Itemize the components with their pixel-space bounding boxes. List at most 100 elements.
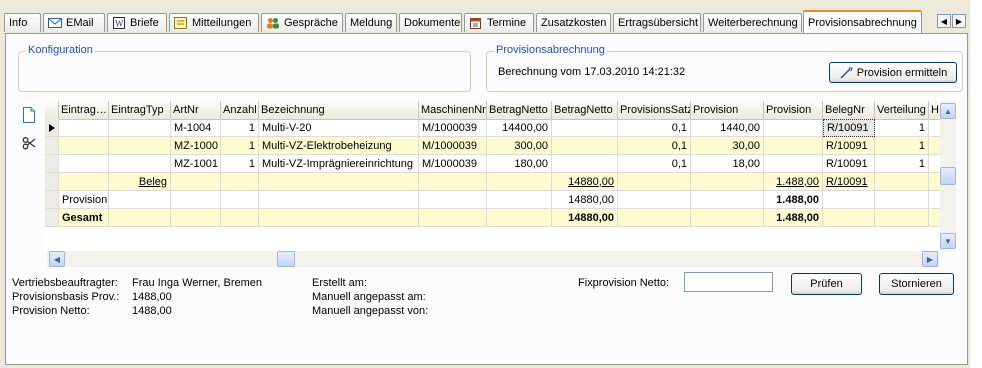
table-cell[interactable]: M/1000039 bbox=[419, 137, 487, 155]
table-cell[interactable]: 1.488,00 bbox=[764, 209, 823, 227]
row-header[interactable] bbox=[45, 173, 59, 191]
row-header[interactable] bbox=[45, 137, 59, 155]
column-header[interactable]: BetragNetto bbox=[487, 101, 552, 119]
table-row[interactable]: Gesamt 14880,00 1.488,00 bbox=[45, 209, 940, 227]
row-header[interactable] bbox=[45, 191, 59, 209]
column-header[interactable]: Verteilung bbox=[875, 101, 929, 119]
tab-meldung[interactable]: Meldung bbox=[345, 13, 397, 32]
tab-gespraeche[interactable]: Gespräche bbox=[261, 13, 343, 32]
column-header[interactable]: H bbox=[929, 101, 940, 119]
table-cell[interactable] bbox=[259, 191, 419, 209]
table-cell[interactable] bbox=[764, 155, 823, 173]
table-cell[interactable] bbox=[875, 191, 929, 209]
tab-zusatzkosten[interactable]: Zusatzkosten bbox=[536, 13, 611, 32]
table-cell[interactable] bbox=[823, 191, 875, 209]
table-cell[interactable]: 1 bbox=[875, 119, 929, 137]
column-header[interactable]: EintragTyp bbox=[109, 101, 171, 119]
table-cell[interactable] bbox=[171, 191, 221, 209]
table-cell[interactable]: M/1000039 bbox=[419, 155, 487, 173]
column-header[interactable]: Provision bbox=[764, 101, 823, 119]
new-document-icon[interactable] bbox=[22, 107, 36, 123]
table-cell[interactable] bbox=[929, 137, 940, 155]
table-cell[interactable] bbox=[109, 155, 171, 173]
tab-info[interactable]: Info bbox=[4, 13, 41, 32]
table-cell[interactable] bbox=[552, 119, 618, 137]
table-cell[interactable]: 1.488,00 bbox=[764, 173, 823, 191]
tab-scroll-right-button[interactable]: ▶ bbox=[952, 14, 966, 28]
table-cell[interactable] bbox=[764, 119, 823, 137]
table-cell[interactable] bbox=[823, 209, 875, 227]
tab-dokumente[interactable]: Dokumente bbox=[399, 13, 462, 32]
table-cell[interactable] bbox=[419, 173, 487, 191]
table-cell[interactable] bbox=[691, 209, 764, 227]
horizontal-scrollbar[interactable]: ◀ ▶ bbox=[47, 251, 940, 267]
column-header[interactable]: ArtNr bbox=[171, 101, 221, 119]
table-cell[interactable]: M-1004 bbox=[171, 119, 221, 137]
table-cell[interactable] bbox=[764, 137, 823, 155]
table-cell[interactable] bbox=[929, 119, 940, 137]
table-cell[interactable] bbox=[259, 173, 419, 191]
calculate-provision-button[interactable]: Provision ermitteln bbox=[829, 62, 957, 83]
table-row[interactable]: Provision 14880,00 1.488,00 bbox=[45, 191, 940, 209]
table-cell[interactable]: Beleg bbox=[109, 173, 171, 191]
check-button[interactable]: Prüfen bbox=[791, 273, 862, 295]
row-header[interactable] bbox=[45, 155, 59, 173]
table-cell[interactable] bbox=[691, 191, 764, 209]
table-cell[interactable] bbox=[419, 191, 487, 209]
table-cell[interactable] bbox=[618, 209, 691, 227]
table-cell[interactable] bbox=[419, 209, 487, 227]
table-cell[interactable]: 1 bbox=[875, 137, 929, 155]
table-cell[interactable] bbox=[618, 191, 691, 209]
table-cell[interactable]: R/10091 bbox=[823, 137, 875, 155]
tab-scroll-left-button[interactable]: ◀ bbox=[937, 14, 951, 28]
column-header[interactable]: Bezeichnung bbox=[259, 101, 419, 119]
scroll-left-button[interactable]: ◀ bbox=[49, 251, 65, 267]
table-cell[interactable]: Provision bbox=[59, 191, 109, 209]
table-cell[interactable] bbox=[59, 137, 109, 155]
table-row[interactable]: MZ-1000 1 Multi-VZ-Elektrobeheizung M/10000… bbox=[45, 137, 940, 155]
table-cell[interactable]: R/10091 bbox=[823, 155, 875, 173]
tab-provisionsabrechnung[interactable]: Provisionsabrechnung bbox=[803, 10, 922, 33]
scroll-right-button[interactable]: ▶ bbox=[922, 251, 938, 267]
provision-grid[interactable]: Eintrag… EintragTyp ArtNr Anzahl Bezeich… bbox=[45, 101, 940, 251]
table-cell[interactable]: Multi-VZ-Imprägniereinrichtung bbox=[259, 155, 419, 173]
table-cell[interactable]: 180,00 bbox=[487, 155, 552, 173]
table-cell[interactable]: 14400,00 bbox=[487, 119, 552, 137]
table-cell[interactable] bbox=[875, 173, 929, 191]
horizontal-scroll-thumb[interactable] bbox=[277, 251, 295, 267]
table-cell[interactable]: Multi-V-20 bbox=[259, 119, 419, 137]
table-cell[interactable] bbox=[221, 173, 259, 191]
table-row[interactable]: MZ-1001 1 Multi-VZ-Imprägniereinrichtung M/… bbox=[45, 155, 940, 173]
tab-briefe[interactable]: W Briefe bbox=[107, 13, 167, 32]
table-cell[interactable]: 0,1 bbox=[618, 155, 691, 173]
column-header[interactable]: BelegNr bbox=[823, 101, 875, 119]
table-cell[interactable]: 1 bbox=[221, 155, 259, 173]
table-cell[interactable]: 14880,00 bbox=[552, 191, 618, 209]
tab-termine[interactable]: Termine bbox=[464, 13, 534, 32]
table-cell[interactable] bbox=[221, 191, 259, 209]
tab-weiterberechnung[interactable]: Weiterberechnung bbox=[703, 13, 802, 32]
vertical-scroll-thumb[interactable] bbox=[940, 167, 956, 185]
table-cell[interactable] bbox=[109, 209, 171, 227]
table-cell[interactable]: R/10091 bbox=[823, 173, 875, 191]
table-cell[interactable] bbox=[929, 173, 940, 191]
cancel-button[interactable]: Stornieren bbox=[879, 273, 954, 295]
table-cell[interactable]: 18,00 bbox=[691, 155, 764, 173]
table-cell[interactable] bbox=[59, 173, 109, 191]
table-cell[interactable]: 1440,00 bbox=[691, 119, 764, 137]
table-cell[interactable] bbox=[259, 209, 419, 227]
table-cell[interactable] bbox=[618, 173, 691, 191]
table-cell[interactable]: M/1000039 bbox=[419, 119, 487, 137]
table-row[interactable]: Beleg 14880,00 1.488,00 R/10091 bbox=[45, 173, 940, 191]
scissors-icon[interactable] bbox=[22, 136, 36, 150]
table-cell[interactable]: 300,00 bbox=[487, 137, 552, 155]
table-cell[interactable]: Gesamt bbox=[59, 209, 109, 227]
scroll-up-button[interactable]: ▲ bbox=[940, 103, 956, 119]
tab-ertragsuebersicht[interactable]: Ertragsübersicht bbox=[613, 13, 701, 32]
table-cell[interactable] bbox=[109, 137, 171, 155]
column-header[interactable]: MaschinenNr bbox=[419, 101, 487, 119]
table-cell[interactable]: 1 bbox=[221, 137, 259, 155]
scroll-down-button[interactable]: ▼ bbox=[940, 233, 956, 249]
column-header[interactable]: BetragNetto bbox=[552, 101, 618, 119]
table-cell[interactable]: R/10091 bbox=[823, 119, 875, 137]
